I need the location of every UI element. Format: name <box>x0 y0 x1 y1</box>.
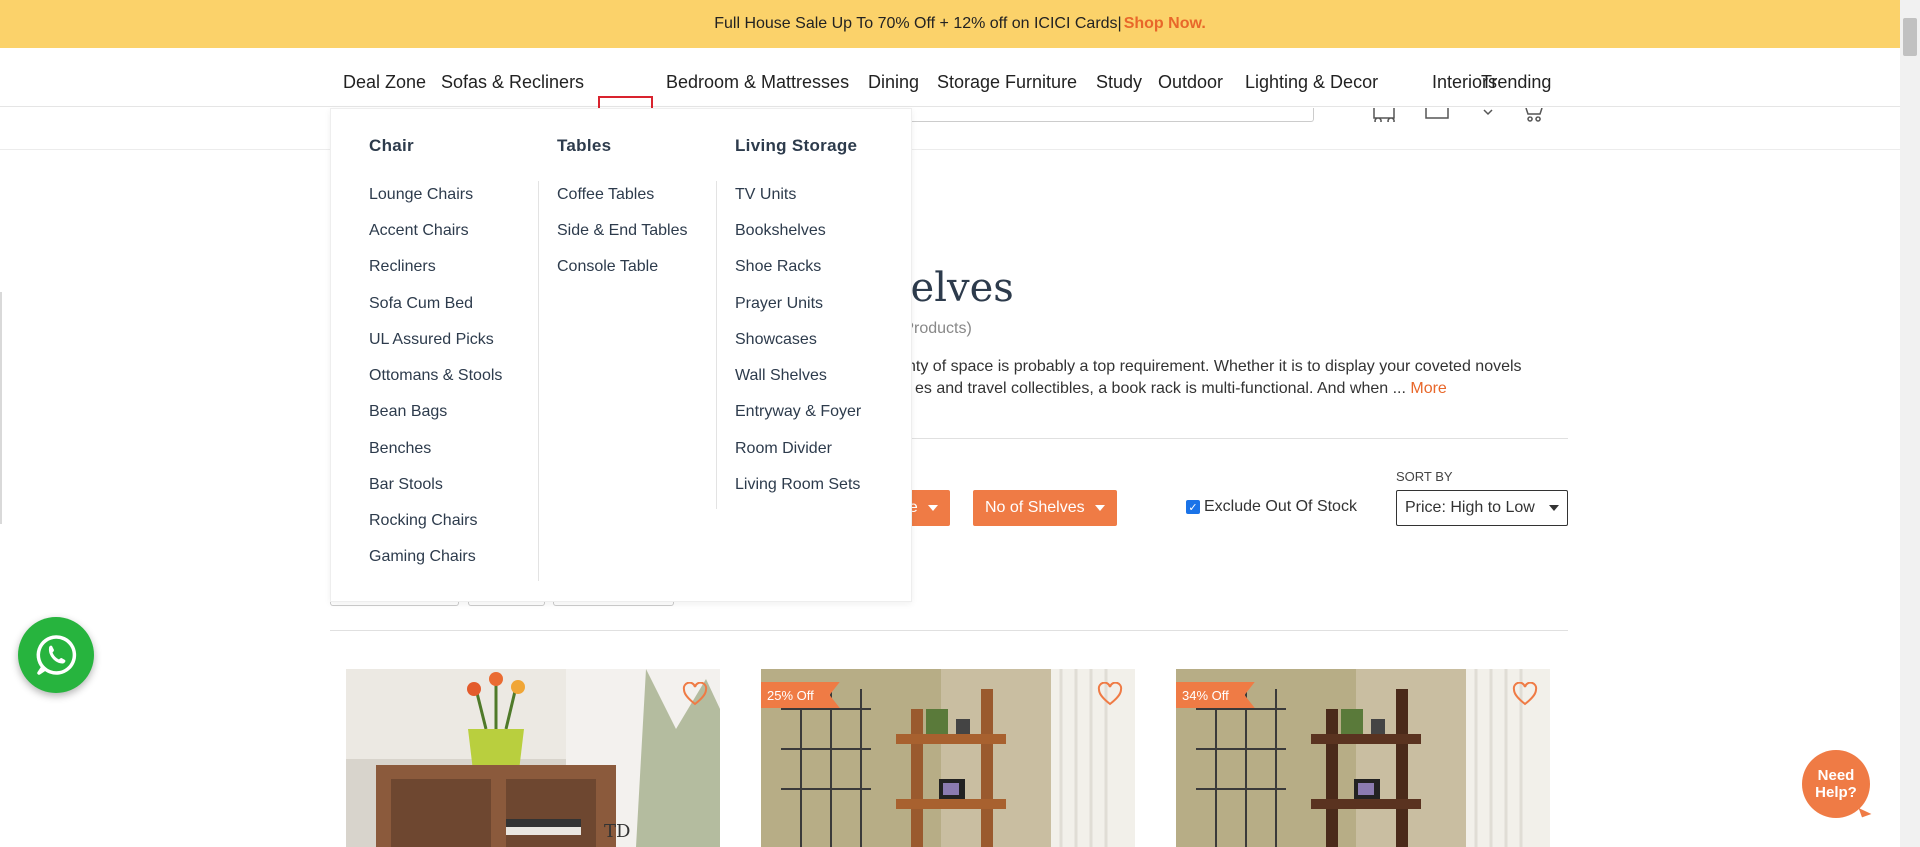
menu-item-benches[interactable]: Benches <box>369 440 431 458</box>
shop-now-link[interactable]: Shop Now. <box>1124 15 1206 33</box>
whatsapp-icon <box>36 635 77 675</box>
menu-item-living-room-sets[interactable]: Living Room Sets <box>735 476 860 494</box>
menu-item-ul-assured-picks[interactable]: UL Assured Picks <box>369 331 494 349</box>
product-card[interactable]: TD <box>346 669 720 847</box>
whatsapp-button[interactable] <box>18 617 94 693</box>
menu-item-gaming-chairs[interactable]: Gaming Chairs <box>369 548 476 566</box>
divider-bottom <box>330 630 1568 631</box>
store-icon[interactable] <box>1424 108 1452 122</box>
menu-column-title: Tables <box>557 136 612 155</box>
chevron-down-icon <box>1549 505 1559 511</box>
menu-item-accent-chairs[interactable]: Accent Chairs <box>369 222 469 240</box>
discount-badge: 25% Off <box>761 682 840 708</box>
nav-trending[interactable]: Trending <box>1481 61 1551 103</box>
menu-item-side-end-tables[interactable]: Side & End Tables <box>557 222 687 240</box>
scrollbar[interactable] <box>1900 0 1920 847</box>
menu-item-prayer-units[interactable]: Prayer Units <box>735 295 823 313</box>
menu-item-shoe-racks[interactable]: Shoe Racks <box>735 258 821 276</box>
sort-by-label: SORT BY <box>1396 469 1453 484</box>
menu-item-coffee-tables[interactable]: Coffee Tables <box>557 186 654 204</box>
nav-study[interactable]: Study <box>1096 61 1142 103</box>
left-edge-panel <box>0 292 2 524</box>
menu-item-recliners[interactable]: Recliners <box>369 258 436 276</box>
menu-item-bar-stools[interactable]: Bar Stools <box>369 476 443 494</box>
search-input[interactable] <box>900 108 1314 122</box>
menu-item-ottomans-stools[interactable]: Ottomans & Stools <box>369 367 502 385</box>
menu-item-tv-units[interactable]: TV Units <box>735 186 796 204</box>
menu-item-sofa-cum-bed[interactable]: Sofa Cum Bed <box>369 295 473 313</box>
menu-column-divider <box>538 181 539 581</box>
menu-column-divider <box>716 181 717 509</box>
nav-sofas-recliners[interactable]: Sofas & Recliners <box>441 61 584 103</box>
menu-item-showcases[interactable]: Showcases <box>735 331 817 349</box>
exclude-label: Exclude Out Of Stock <box>1204 498 1357 515</box>
menu-item-console-table[interactable]: Console Table <box>557 258 658 276</box>
nav-deal-zone[interactable]: Deal Zone <box>343 61 426 103</box>
truck-icon[interactable] <box>1372 108 1400 122</box>
chevron-down-icon <box>927 505 938 511</box>
user-icon[interactable] <box>1476 108 1504 122</box>
exclude-out-of-stock[interactable]: ✓ Exclude Out Of Stock <box>1186 498 1357 516</box>
nav-outdoor[interactable]: Outdoor <box>1158 61 1223 103</box>
description-line-2: es and travel collectibles, a book rack … <box>915 380 1406 397</box>
wishlist-heart-icon[interactable] <box>1097 681 1123 706</box>
menu-column-title: Living Storage <box>735 136 858 155</box>
living-mega-menu: Chair Lounge Chairs Accent Chairs Reclin… <box>330 108 912 602</box>
menu-column-title: Chair <box>369 136 414 155</box>
menu-item-bean-bags[interactable]: Bean Bags <box>369 403 447 421</box>
cart-icon[interactable] <box>1520 108 1548 122</box>
svg-text:TD: TD <box>604 821 630 842</box>
discount-badge: 34% Off <box>1176 682 1255 708</box>
header-bar <box>0 108 1920 150</box>
promo-text: Full House Sale Up To 70% Off + 12% off … <box>714 15 1122 32</box>
menu-item-rocking-chairs[interactable]: Rocking Chairs <box>369 512 477 530</box>
chevron-down-icon <box>1094 505 1105 511</box>
wishlist-heart-icon[interactable] <box>1512 681 1538 706</box>
menu-item-room-divider[interactable]: Room Divider <box>735 440 832 458</box>
filter-shelves-button[interactable]: No of Shelves <box>973 490 1117 526</box>
main-nav: Deal Zone Sofas & Recliners Living Bedro… <box>0 48 1920 153</box>
scrollbar-thumb[interactable] <box>1903 18 1917 56</box>
menu-item-entryway-foyer[interactable]: Entryway & Foyer <box>735 403 861 421</box>
product-card[interactable]: 25% Off <box>761 669 1135 847</box>
menu-item-bookshelves[interactable]: Bookshelves <box>735 222 826 240</box>
nav-dining[interactable]: Dining <box>868 61 919 103</box>
nav-bedroom-mattresses[interactable]: Bedroom & Mattresses <box>666 61 849 103</box>
sort-value: Price: High to Low <box>1405 499 1535 516</box>
nav-lighting-decor[interactable]: Lighting & Decor <box>1245 61 1378 103</box>
filter-shelves-label: No of Shelves <box>985 499 1085 516</box>
menu-item-wall-shelves[interactable]: Wall Shelves <box>735 367 827 385</box>
exclude-checkbox[interactable]: ✓ <box>1186 500 1200 514</box>
more-link[interactable]: More <box>1410 380 1446 397</box>
promo-banner[interactable]: Full House Sale Up To 70% Off + 12% off … <box>0 0 1920 48</box>
nav-storage-furniture[interactable]: Storage Furniture <box>937 61 1077 103</box>
wishlist-heart-icon[interactable] <box>682 681 708 706</box>
product-card[interactable]: 34% Off <box>1176 669 1550 847</box>
need-help-button[interactable]: Need Help? <box>1802 750 1870 818</box>
menu-item-lounge-chairs[interactable]: Lounge Chairs <box>369 186 473 204</box>
product-image: TD <box>346 669 720 847</box>
sort-select[interactable]: Price: High to Low <box>1396 490 1568 526</box>
